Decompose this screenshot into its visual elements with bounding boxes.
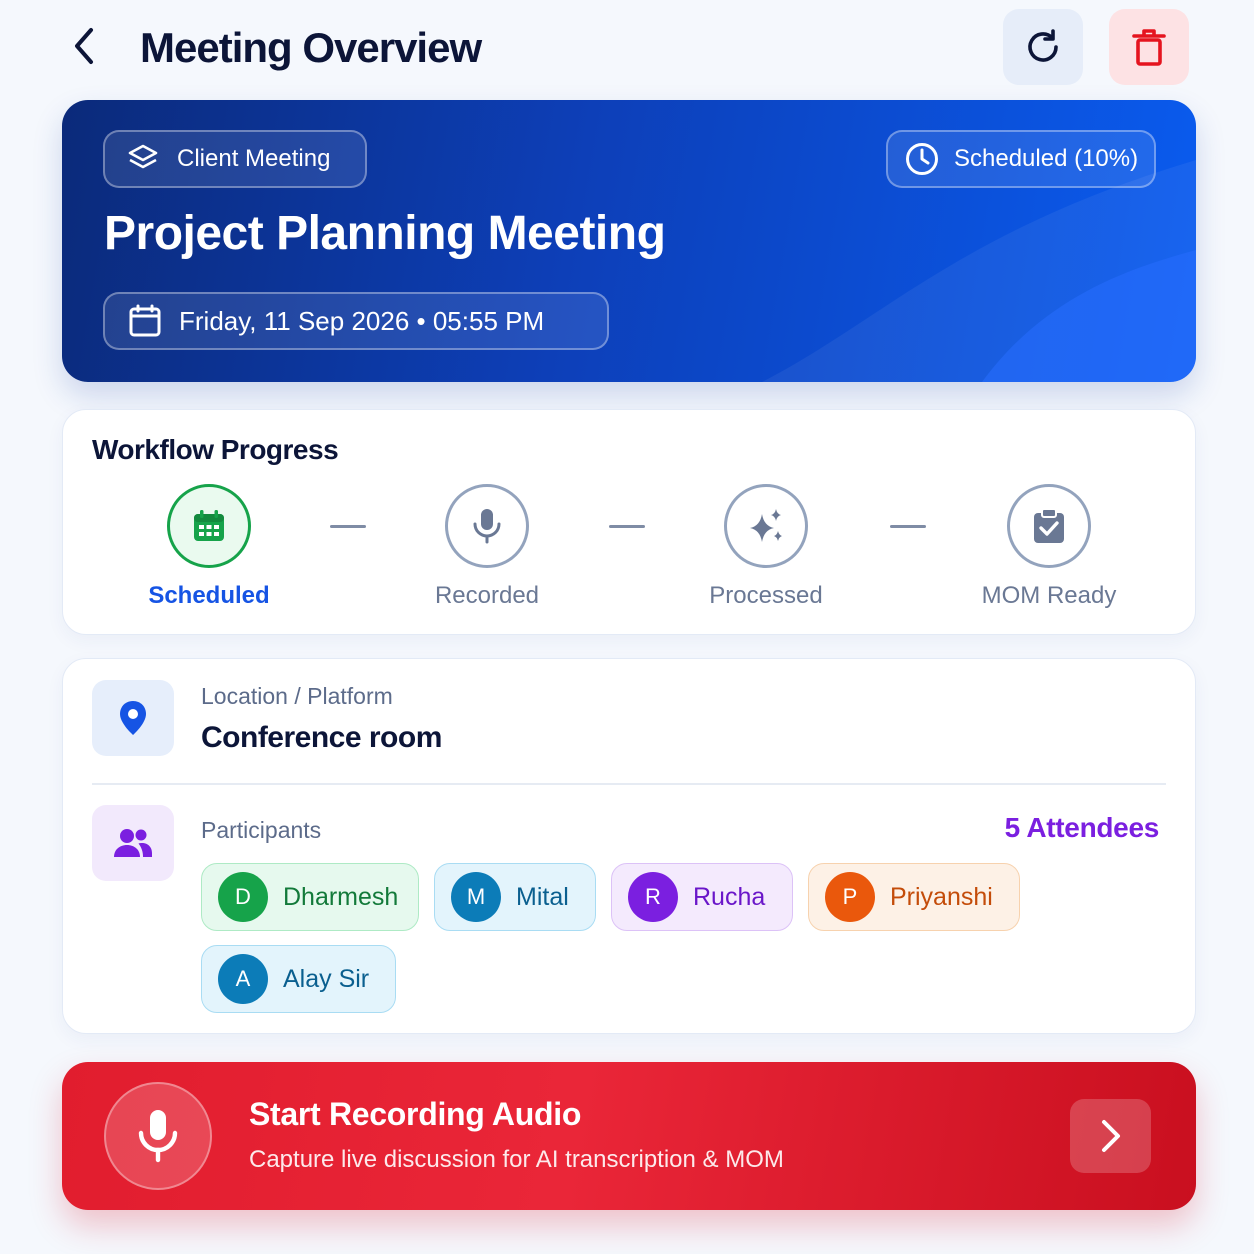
status-badge: Scheduled (10%): [886, 130, 1156, 188]
meeting-details-card: Location / Platform Conference room Part…: [62, 658, 1196, 1034]
page-title: Meeting Overview: [140, 24, 482, 71]
map-pin-icon: [120, 701, 146, 735]
avatar: P: [825, 872, 875, 922]
step-label: Scheduled: [148, 582, 270, 609]
users-icon: [114, 829, 152, 857]
step-label: MOM Ready: [981, 582, 1117, 609]
participant-chip[interactable]: A Alay Sir: [201, 945, 396, 1013]
participants-label: Participants: [201, 817, 322, 843]
step-circle: [167, 484, 251, 568]
participant-chip[interactable]: P Priyanshi: [808, 863, 1020, 931]
step-label: Recorded: [434, 582, 540, 609]
participant-name: Alay Sir: [283, 964, 370, 993]
participant-chip[interactable]: R Rucha: [611, 863, 793, 931]
sparkles-icon: [750, 509, 782, 542]
avatar: R: [628, 872, 678, 922]
workflow-step-mom-ready[interactable]: MOM Ready: [939, 484, 1159, 610]
workflow-title: Workflow Progress: [92, 434, 339, 465]
meeting-type-label: Client Meeting: [177, 145, 331, 172]
record-mic-circle: [104, 1082, 212, 1190]
meeting-type-badge: Client Meeting: [103, 130, 367, 188]
participant-chip[interactable]: M Mital: [434, 863, 596, 931]
datetime-label: Friday, 11 Sep 2026 • 05:55 PM: [179, 305, 545, 336]
record-subtitle: Capture live discussion for AI transcrip…: [249, 1146, 784, 1173]
microphone-icon: [473, 509, 501, 544]
attendee-count: 5 Attendees: [1004, 812, 1160, 843]
step-label: Processed: [709, 582, 823, 609]
trash-icon: [1132, 29, 1166, 66]
avatar: M: [451, 872, 501, 922]
calendar-icon: [129, 304, 161, 337]
location-value: Conference room: [201, 721, 442, 754]
delete-button[interactable]: [1109, 9, 1189, 85]
workflow-progress-card: Workflow Progress Scheduled Recorded Pro…: [62, 409, 1196, 635]
participant-name: Dharmesh: [283, 882, 399, 911]
status-label: Scheduled (10%): [954, 145, 1139, 172]
avatar: A: [218, 954, 268, 1004]
meeting-hero-card: Client Meeting Scheduled (10%) Project P…: [62, 100, 1196, 382]
back-button[interactable]: [62, 24, 106, 68]
step-connector: [330, 525, 366, 528]
participant-chip[interactable]: D Dharmesh: [201, 863, 419, 931]
participant-name: Priyanshi: [890, 882, 993, 911]
step-circle: [1007, 484, 1091, 568]
meeting-title: Project Planning Meeting: [104, 207, 666, 260]
refresh-icon: [1028, 29, 1058, 62]
chevron-left-icon: [75, 28, 93, 64]
step-connector: [609, 525, 645, 528]
chevron-right-icon: [1101, 1120, 1120, 1152]
participant-name: Mital: [516, 882, 569, 911]
step-connector: [890, 525, 926, 528]
location-icon-box: [92, 680, 174, 756]
participants-icon-box: [92, 805, 174, 881]
location-label: Location / Platform: [201, 683, 393, 709]
microphone-icon: [138, 1110, 178, 1163]
start-recording-button[interactable]: Start Recording Audio Capture live discu…: [62, 1062, 1196, 1210]
section-divider: [92, 783, 1166, 785]
clock-icon: [906, 143, 938, 175]
workflow-step-scheduled[interactable]: Scheduled: [99, 484, 319, 610]
workflow-step-recorded[interactable]: Recorded: [377, 484, 597, 610]
participant-name: Rucha: [693, 882, 766, 911]
clipboard-check-icon: [1034, 508, 1064, 543]
step-circle: [724, 484, 808, 568]
record-arrow-button[interactable]: [1070, 1099, 1151, 1173]
header: Meeting Overview: [0, 0, 1254, 96]
record-title: Start Recording Audio: [249, 1096, 582, 1132]
datetime-badge: Friday, 11 Sep 2026 • 05:55 PM: [103, 292, 609, 350]
layers-icon: [128, 144, 158, 169]
step-circle: [445, 484, 529, 568]
calendar-icon: [194, 510, 224, 541]
workflow-step-processed[interactable]: Processed: [656, 484, 876, 610]
avatar: D: [218, 872, 268, 922]
refresh-button[interactable]: [1003, 9, 1083, 85]
